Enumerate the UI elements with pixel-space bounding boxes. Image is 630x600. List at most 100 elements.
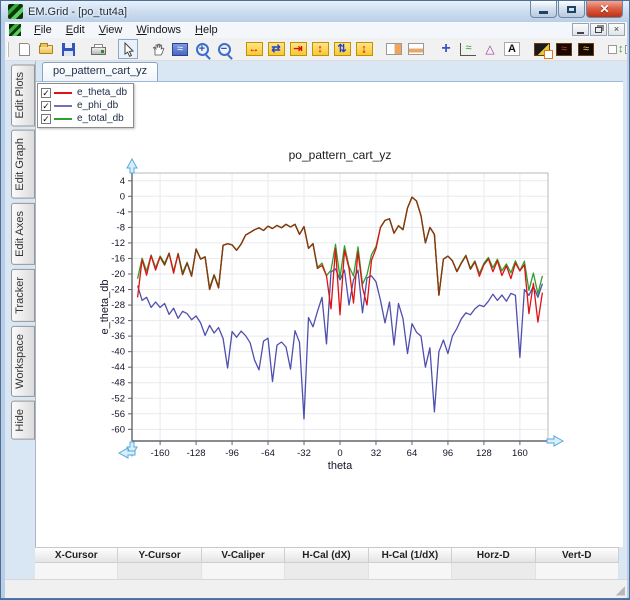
cursor-cross-icon: + <box>441 42 450 56</box>
shrink-x-icon: ⇄ <box>268 42 285 56</box>
menu-windows[interactable]: Windows <box>129 23 188 37</box>
legend-row-e_phi_db: ✓e_phi_db <box>41 99 127 112</box>
side-tab-edit-plots[interactable]: Edit Plots <box>11 64 35 126</box>
zoom-in-icon: + <box>196 43 209 56</box>
title-bar[interactable]: EM.Grid - [po_tut4a] ✕ <box>1 1 630 22</box>
axis-scroll-up-arrow <box>127 159 137 173</box>
workspace: Edit Plots Edit Graph Edit Axes Tracker Work… <box>5 61 627 579</box>
tracker-col-y-cursor: Y-Cursor <box>118 548 201 563</box>
toolbar-cursor-cross-button[interactable]: + <box>436 39 456 59</box>
y-tick-label: 4 <box>120 176 125 187</box>
toolbar-grip[interactable] <box>7 42 9 57</box>
mdi-minimize-button[interactable] <box>572 23 589 36</box>
y-tick-label: 0 <box>120 191 125 202</box>
legend-checkbox-e_total_db[interactable]: ✓ <box>41 114 51 124</box>
toolbar-open-button[interactable] <box>36 39 56 59</box>
toolbar-split-horizontal-button[interactable] <box>406 39 426 59</box>
em-grid-window: EM.Grid - [po_tut4a] ✕ FileEditViewWindo… <box>0 0 630 600</box>
toolbar-annotation-button[interactable]: A <box>502 39 522 59</box>
x-tick-label: 64 <box>407 448 418 459</box>
graph-area: po_pattern_cart_yz ✓e_theta_db✓e_phi_db✓… <box>35 61 623 547</box>
tracker-col-h-cal-dx-: H-Cal (dX) <box>285 548 368 563</box>
y-tick-label: -44 <box>111 362 125 373</box>
toolbar-split-vertical-button[interactable] <box>384 39 404 59</box>
x-tick-label: 0 <box>337 448 342 459</box>
minimize-button[interactable] <box>530 1 557 18</box>
toolbar-edit-axes-button[interactable]: ≈ <box>576 39 596 59</box>
toolbar-tracker-button[interactable]: ≈ <box>458 39 478 59</box>
legend-line-swatch <box>54 118 72 120</box>
toolbar-fit-x-button[interactable]: ⇥ <box>288 39 308 59</box>
mdi-minimize-icon <box>577 32 584 34</box>
toolbar-expand-y-button[interactable]: ↕ <box>310 39 330 59</box>
y-tick-label: -28 <box>111 300 125 311</box>
side-tab-hide[interactable]: Hide <box>11 401 35 440</box>
legend-row-e_total_db: ✓e_total_db <box>41 112 127 125</box>
tracker-value-cell <box>118 563 201 579</box>
edit-graph-icon: ≈ <box>556 43 572 56</box>
tracker-col-horz-d: Horz-D <box>452 548 535 563</box>
toolbar-zoom-in-button[interactable]: + <box>192 39 212 59</box>
x-tick-label: -64 <box>261 448 275 459</box>
mdi-document-icon[interactable] <box>9 24 21 36</box>
y-tick-label: -60 <box>111 424 125 435</box>
side-tab-edit-graph[interactable]: Edit Graph <box>11 130 35 199</box>
split-vertical-icon <box>386 43 402 55</box>
tracker-col-vert-d: Vert-D <box>536 548 619 563</box>
toolbar-zoom-out-button[interactable]: − <box>214 39 234 59</box>
mdi-close-button[interactable]: × <box>608 23 625 36</box>
toolbar-link-y-button[interactable]: ↕ <box>606 39 627 59</box>
side-tab-strip: Edit Plots Edit Graph Edit Axes Tracker Work… <box>5 61 35 579</box>
y-tick-label: -16 <box>111 253 125 264</box>
y-tick-label: -36 <box>111 331 125 342</box>
expand-y-icon: ↕ <box>312 42 329 56</box>
menu-file[interactable]: File <box>27 23 59 37</box>
y-tick-label: -40 <box>111 347 125 358</box>
y-tick-label: -56 <box>111 409 125 420</box>
menu-edit[interactable]: Edit <box>59 23 92 37</box>
window-title: EM.Grid - [po_tut4a] <box>28 6 127 18</box>
toolbar-expand-x-button[interactable]: ↔ <box>244 39 264 59</box>
tracker-value-cell <box>536 563 619 579</box>
toolbar-print-button[interactable] <box>88 39 108 59</box>
legend-checkbox-e_phi_db[interactable]: ✓ <box>41 101 51 111</box>
y-tick-label: -48 <box>111 378 125 389</box>
graph-settings-icon <box>534 43 550 56</box>
toolbar-caliper-button[interactable]: △ <box>480 39 500 59</box>
toolbar-save-button[interactable] <box>58 39 78 59</box>
side-tab-edit-axes[interactable]: Edit Axes <box>11 203 35 265</box>
toolbar-graph-settings-button[interactable] <box>532 39 552 59</box>
resize-grip[interactable]: ◢ <box>616 584 625 596</box>
toolbar-zoom-box-button[interactable]: ≈ <box>170 39 190 59</box>
mdi-restore-icon <box>595 27 602 33</box>
x-tick-label: 96 <box>443 448 454 459</box>
toolbar-fit-y-button[interactable]: ↨ <box>354 39 374 59</box>
maximize-icon <box>567 6 576 13</box>
x-tick-label: -128 <box>187 448 206 459</box>
tracker-icon: ≈ <box>460 43 476 56</box>
save-icon <box>62 43 75 56</box>
toolbar-shrink-x-button[interactable]: ⇄ <box>266 39 286 59</box>
menu-bar: FileEditViewWindowsHelp × <box>5 22 627 38</box>
toolbar-pan-button[interactable] <box>148 39 168 59</box>
maximize-button[interactable] <box>558 1 585 18</box>
toolbar-edit-graph-button[interactable]: ≈ <box>554 39 574 59</box>
menu-view[interactable]: View <box>92 23 130 37</box>
axis-scroll-right-arrow <box>547 436 563 446</box>
new-icon <box>19 43 30 56</box>
toolbar-select-pointer-button[interactable] <box>118 39 138 59</box>
legend-checkbox-e_theta_db[interactable]: ✓ <box>41 88 51 98</box>
link-y-icon: ↕ <box>607 44 627 54</box>
side-tab-workspace[interactable]: Workspace <box>11 326 35 397</box>
toolbar-new-button[interactable] <box>14 39 34 59</box>
legend-row-e_theta_db: ✓ e_theta_db <box>41 86 127 99</box>
mdi-restore-button[interactable] <box>590 23 607 36</box>
close-button[interactable]: ✕ <box>586 1 623 18</box>
menu-help[interactable]: Help <box>188 23 225 37</box>
legend-label: e_theta_db <box>77 87 127 98</box>
tab-po-pattern-cart-yz[interactable]: po_pattern_cart_yz <box>42 62 158 81</box>
tracker-col-v-caliper: V-Caliper <box>202 548 285 563</box>
toolbar-shrink-y-button[interactable]: ⇅ <box>332 39 352 59</box>
side-tab-tracker[interactable]: Tracker <box>11 269 35 322</box>
chart-canvas[interactable]: -160-128-96-64-32032649612816040-4-8-12-… <box>36 82 620 547</box>
